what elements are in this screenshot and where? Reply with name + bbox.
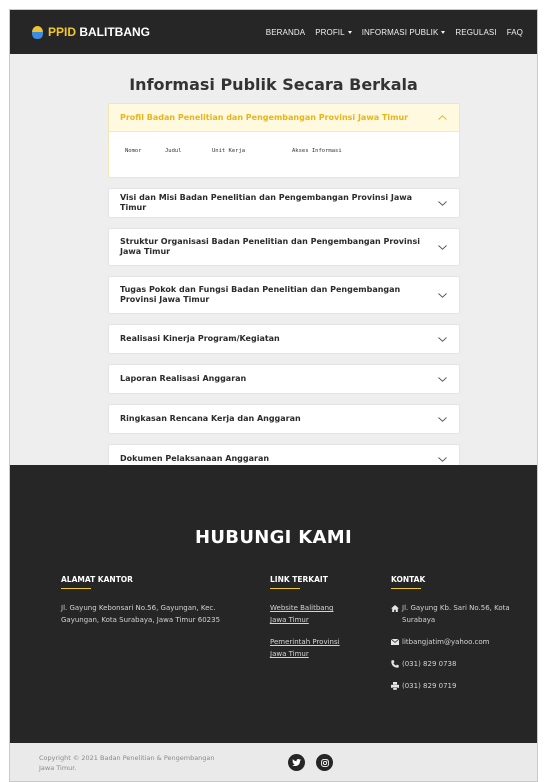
contact-email: litbangjatim@yahoo.com (391, 636, 511, 648)
nav-menu: BERANDA PROFIL INFORMASI PUBLIK REGULASI… (266, 28, 523, 37)
accordion-header[interactable]: Profil Badan Penelitian dan Pengembangan… (109, 104, 459, 132)
contact-address: Jl. Gayung Kb. Sari No.56, Kota Surabaya (391, 602, 511, 626)
twitter-icon[interactable] (288, 754, 305, 771)
column-header-unit-kerja: Unit Kerja (212, 148, 246, 154)
column-header-judul: Judul (165, 148, 182, 154)
footer-heading-kontak: KONTAK (391, 575, 426, 584)
column-header-akses-informasi: Akses Informasi (292, 148, 342, 154)
nav-beranda[interactable]: BERANDA (266, 28, 305, 37)
nav-regulasi[interactable]: REGULASI (455, 28, 496, 37)
accordion-item-struktur-organisasi: Struktur Organisasi Badan Penelitian dan… (108, 228, 460, 266)
home-icon (391, 604, 399, 612)
office-address: Jl. Gayung Kebonsari No.56, Gayungan, Ke… (61, 604, 221, 624)
brand-logo-link[interactable]: PPID BALITBANG (32, 25, 150, 39)
accordion-item-tupoksi: Tugas Pokok dan Fungsi Badan Penelitian … (108, 276, 460, 314)
accordion-header[interactable]: Laporan Realisasi Anggaran (109, 365, 459, 393)
footer: HUBUNGI KAMI ALAMAT KANTOR Jl. Gayung Ke… (10, 465, 537, 743)
contact-phone: (031) 829 0738 (391, 658, 511, 670)
footer-heading-links: LINK TERKAIT (270, 575, 328, 584)
accordion-header[interactable]: Struktur Organisasi Badan Penelitian dan… (109, 229, 459, 265)
accordion-item-ringkasan-rka: Ringkasan Rencana Kerja dan Anggaran (108, 404, 460, 434)
envelope-icon (391, 638, 399, 646)
chevron-down-icon (437, 335, 447, 343)
nav-faq[interactable]: FAQ (507, 28, 523, 37)
page-frame: PPID BALITBANG BERANDA PROFIL INFORMASI … (9, 9, 538, 782)
navbar: PPID BALITBANG BERANDA PROFIL INFORMASI … (10, 10, 537, 54)
heading-underline (61, 588, 91, 589)
accordion-item-profil: Profil Badan Penelitian dan Pengembangan… (108, 103, 460, 178)
footer-heading-alamat: ALAMAT KANTOR (61, 575, 133, 584)
phone-icon (391, 660, 399, 668)
footer-col-links: LINK TERKAIT Website Balitbang Jawa Timu… (270, 575, 350, 670)
footer-title: HUBUNGI KAMI (195, 527, 352, 548)
chevron-down-icon (437, 455, 447, 463)
caret-down-icon (347, 30, 352, 34)
chevron-down-icon (437, 375, 447, 383)
chevron-up-icon (437, 114, 447, 122)
printer-icon (391, 682, 399, 690)
page-title: Informasi Publik Secara Berkala (129, 75, 418, 94)
accordion-item-visi-misi: Visi dan Misi Badan Penelitian dan Penge… (108, 188, 460, 218)
nav-profil[interactable]: PROFIL (315, 28, 352, 37)
link-website-balitbang[interactable]: Website Balitbang Jawa Timur (270, 602, 350, 626)
accordion-body: Nomor Judul Unit Kerja Akses Informasi (109, 132, 459, 177)
accordion-header[interactable]: Realisasi Kinerja Program/Kegiatan (109, 325, 459, 353)
chevron-down-icon (437, 243, 447, 251)
footer-col-kontak: KONTAK Jl. Gayung Kb. Sari No.56, Kota S… (391, 575, 511, 702)
accordion: Profil Badan Penelitian dan Pengembangan… (108, 103, 460, 484)
accordion-item-realisasi-kinerja: Realisasi Kinerja Program/Kegiatan (108, 324, 460, 354)
contact-fax: (031) 829 0719 (391, 680, 511, 692)
copyright-text: Copyright © 2021 Badan Penelitian & Peng… (39, 754, 215, 772)
emblem-icon (32, 25, 43, 39)
bottom-bar: Copyright © 2021 Badan Penelitian & Peng… (10, 743, 537, 781)
caret-down-icon (441, 30, 446, 34)
nav-informasi-publik[interactable]: INFORMASI PUBLIK (362, 28, 446, 37)
link-pemprov-jatim[interactable]: Pemerintah Provinsi Jawa Timur (270, 636, 350, 660)
brand-name: PPID BALITBANG (48, 25, 151, 39)
accordion-header[interactable]: Ringkasan Rencana Kerja dan Anggaran (109, 405, 459, 433)
heading-underline (391, 588, 421, 589)
column-header-nomor: Nomor (125, 148, 142, 154)
accordion-item-laporan-realisasi: Laporan Realisasi Anggaran (108, 364, 460, 394)
heading-underline (270, 588, 300, 589)
chevron-down-icon (437, 199, 447, 207)
instagram-icon[interactable] (316, 754, 333, 771)
footer-col-alamat: ALAMAT KANTOR Jl. Gayung Kebonsari No.56… (61, 575, 246, 626)
accordion-header[interactable]: Visi dan Misi Badan Penelitian dan Penge… (109, 189, 459, 217)
accordion-header[interactable]: Tugas Pokok dan Fungsi Badan Penelitian … (109, 277, 459, 313)
chevron-down-icon (437, 291, 447, 299)
chevron-down-icon (437, 415, 447, 423)
